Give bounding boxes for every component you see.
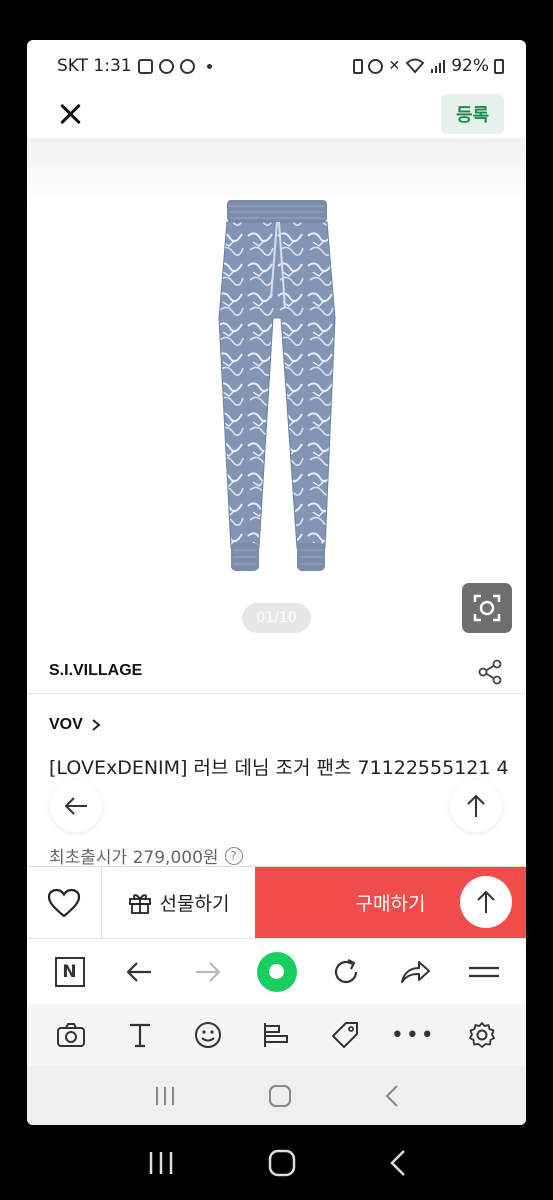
scroll-top-button[interactable] xyxy=(450,780,502,832)
back-icon[interactable] xyxy=(389,1149,407,1177)
buy-label: 구매하기 xyxy=(355,893,426,915)
battery-saver-icon xyxy=(353,58,364,74)
camera-lens-icon xyxy=(473,594,501,622)
back-circle-button[interactable] xyxy=(50,780,102,832)
seller-name[interactable]: S.I.VILLAGE xyxy=(49,662,142,680)
brand-link[interactable]: VOV xyxy=(49,716,101,734)
green-dot-button[interactable] xyxy=(256,951,297,992)
brand-name: VOV xyxy=(49,716,83,733)
signal-icon xyxy=(431,60,446,73)
share-icon[interactable] xyxy=(476,658,504,686)
more-button[interactable]: ••• xyxy=(390,1015,436,1055)
product-image-gallery[interactable]: 01/10 xyxy=(27,138,526,648)
status-bar: SKT 1:31 ✕ 92% xyxy=(27,40,526,92)
back-icon[interactable] xyxy=(384,1084,400,1108)
green-dot-icon xyxy=(256,951,297,992)
product-image xyxy=(218,200,336,571)
wishlist-button[interactable] xyxy=(27,867,102,938)
close-button[interactable] xyxy=(57,100,85,128)
original-price: 최초출시가 279,000원 xyxy=(49,848,219,868)
camera-icon xyxy=(57,1023,86,1047)
product-title: [LOVExDENIM] 러브 데님 조거 팬츠 71122555121 4 xyxy=(49,757,509,779)
home-icon[interactable] xyxy=(268,1149,296,1177)
keyboard-toolbar: ••• xyxy=(27,1004,526,1066)
menu-icon xyxy=(468,966,499,977)
coffee-icon xyxy=(137,58,153,74)
browser-back-button[interactable] xyxy=(119,952,159,992)
text-format-icon xyxy=(129,1023,150,1048)
gear-icon xyxy=(468,1022,495,1048)
recent-apps-icon[interactable] xyxy=(147,1150,175,1176)
chrome-icon xyxy=(179,58,195,74)
battery-percent: 92% xyxy=(451,56,489,76)
gift-label: 선물하기 xyxy=(159,893,230,915)
browser-forward-button[interactable] xyxy=(188,952,228,992)
more-notifications-icon xyxy=(206,63,212,69)
tag-button[interactable] xyxy=(325,1015,365,1055)
seller-row: S.I.VILLAGE xyxy=(27,650,526,694)
alarm-icon xyxy=(368,58,384,74)
home-icon[interactable] xyxy=(268,1084,292,1108)
browser-toolbar: N xyxy=(27,938,526,1004)
gift-icon xyxy=(128,893,151,914)
phone-screen: SKT 1:31 ✕ 92% 등록 01/10 S.I.VILLAGE VOV … xyxy=(27,40,526,1125)
refresh-icon xyxy=(334,958,357,983)
arrow-left-icon xyxy=(125,961,151,982)
carrier-time: SKT 1:31 xyxy=(57,56,132,76)
text-button[interactable] xyxy=(120,1015,160,1055)
wifi-icon xyxy=(405,58,425,74)
arrow-up-icon xyxy=(467,794,485,817)
arrow-left-icon xyxy=(64,797,87,815)
arrow-up-icon xyxy=(477,890,495,913)
settings-button[interactable] xyxy=(462,1015,502,1055)
more-dots-icon: ••• xyxy=(390,1022,436,1048)
gift-button[interactable]: 선물하기 xyxy=(102,867,255,938)
chrome-icon xyxy=(158,58,174,74)
system-navigation-bar xyxy=(0,1132,553,1194)
align-icon xyxy=(264,1023,289,1047)
question-icon[interactable]: ? xyxy=(224,846,243,865)
menu-button[interactable] xyxy=(464,952,504,992)
chevron-right-icon xyxy=(92,719,101,731)
price-row: 최초출시가 279,000원 ? xyxy=(49,843,243,868)
top-bar: 등록 xyxy=(27,92,526,138)
align-button[interactable] xyxy=(256,1015,296,1055)
share-button[interactable] xyxy=(395,952,435,992)
battery-icon xyxy=(494,58,504,74)
scroll-top-button[interactable] xyxy=(460,876,512,928)
refresh-button[interactable] xyxy=(326,952,366,992)
emoji-button[interactable] xyxy=(188,1015,228,1055)
mute-icon: ✕ xyxy=(388,58,401,74)
heart-icon xyxy=(47,888,81,917)
camera-button[interactable] xyxy=(51,1015,91,1055)
recent-apps-icon[interactable] xyxy=(153,1085,177,1107)
smiley-icon xyxy=(195,1022,222,1048)
purchase-action-bar: 선물하기 구매하기 xyxy=(27,866,526,938)
lens-search-button[interactable] xyxy=(462,583,512,633)
arrow-right-icon xyxy=(195,961,221,982)
register-button[interactable]: 등록 xyxy=(441,94,504,134)
tag-icon xyxy=(331,1022,358,1048)
inner-navigation-bar xyxy=(27,1066,526,1125)
share-arrow-icon xyxy=(400,960,430,983)
naver-home-button[interactable]: N xyxy=(50,952,90,992)
buy-button[interactable]: 구매하기 xyxy=(255,867,526,938)
image-counter: 01/10 xyxy=(242,603,311,633)
n-logo-icon: N xyxy=(54,956,85,987)
